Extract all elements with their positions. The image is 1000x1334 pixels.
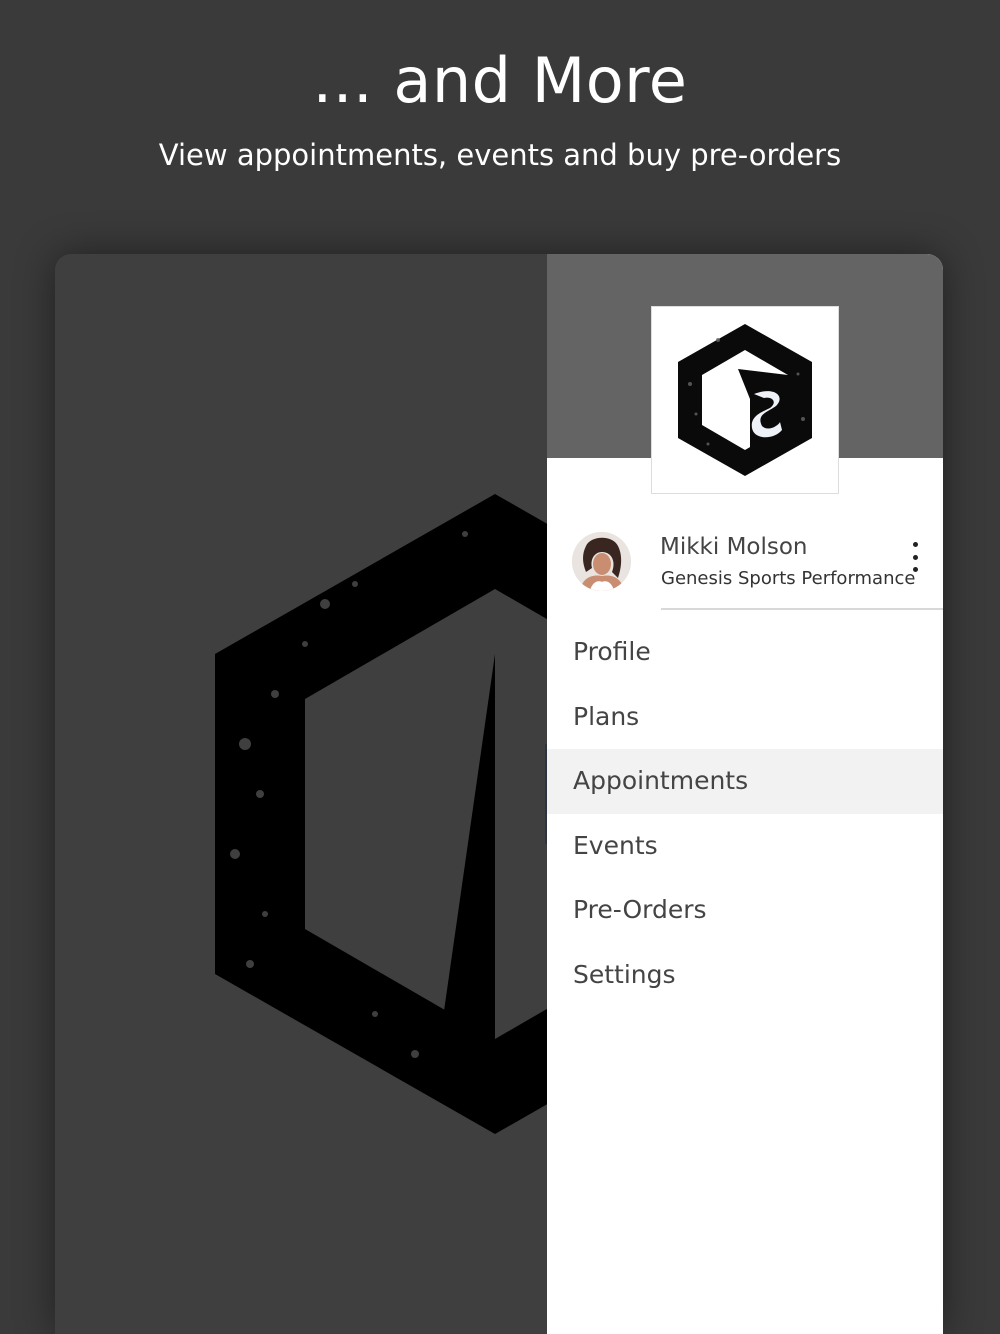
promo-subline: View appointments, events and buy pre-or… [158,138,842,172]
user-name: Mikki Molson [660,534,808,560]
user-divider [661,608,943,610]
navigation-drawer: Mikki Molson Genesis Sports Performance … [547,254,943,1334]
brand-logo-card [651,306,839,494]
menu-item-appointments[interactable]: Appointments [547,749,943,814]
user-avatar-photo-icon [572,532,631,591]
device-screen: Mikki Molson Genesis Sports Performance … [55,254,943,1334]
user-organization: Genesis Sports Performance [661,568,916,589]
menu-item-profile[interactable]: Profile [547,620,943,685]
kebab-menu-icon[interactable] [903,542,927,572]
user-avatar[interactable] [572,532,631,591]
promo-headline: ... and More [312,44,688,117]
genesis-sports-hexagon-logo-icon [678,324,812,476]
menu-item-pre-orders[interactable]: Pre-Orders [547,878,943,943]
menu-item-plans[interactable]: Plans [547,685,943,750]
menu-item-events[interactable]: Events [547,814,943,879]
user-account-row[interactable]: Mikki Molson Genesis Sports Performance [547,526,943,610]
menu-item-settings[interactable]: Settings [547,943,943,1008]
drawer-menu: Profile Plans Appointments Events Pre-Or… [547,620,943,1008]
